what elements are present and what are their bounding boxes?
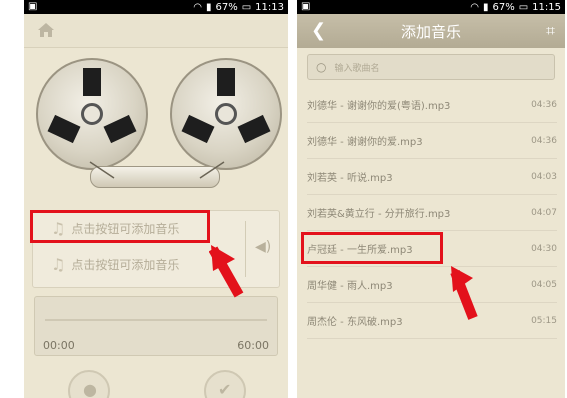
signal-icon: ▮ [205, 1, 212, 13]
song-name: 刘若英&黄立行 - 分开旅行.mp3 [307, 209, 451, 220]
battery-level: 67% [215, 1, 238, 13]
player-screen: ▣ ◠ ▮ 67% ▭ 11:13 ♫ 点击按钮可添加音乐 ♫ 点击按钮可添加音… [24, 0, 288, 398]
list-item[interactable]: 周华健 - 雨人.mp3 04:05 [307, 267, 557, 303]
time-end: 60:00 [237, 339, 269, 352]
scan-icon[interactable]: ⌗ [546, 21, 555, 41]
annotation-arrow [209, 245, 244, 298]
progress-bar[interactable] [45, 319, 267, 321]
song-duration: 04:36 [531, 135, 557, 146]
battery-icon: ▭ [241, 1, 252, 13]
list-item[interactable]: 刘若英 - 听说.mp3 04:03 [307, 159, 557, 195]
search-input[interactable]: 输入歌曲名 [334, 61, 379, 74]
top-bar [24, 14, 288, 48]
clock: 11:13 [255, 1, 284, 13]
song-name: 周华健 - 雨人.mp3 [307, 281, 393, 292]
wifi-icon: ◠ [470, 1, 479, 13]
song-duration: 04:36 [531, 99, 557, 110]
song-name: 刘若英 - 听说.mp3 [307, 173, 393, 184]
record-button[interactable]: ● [68, 370, 110, 398]
microphone-icon: ● [83, 380, 97, 398]
list-item[interactable]: 刘德华 - 谢谢你的爱.mp3 04:36 [307, 123, 557, 159]
song-duration: 05:15 [531, 315, 557, 326]
list-item[interactable]: 周杰伦 - 东风破.mp3 05:15 [307, 303, 557, 339]
annotation-arrow [450, 266, 478, 320]
song-name: 周杰伦 - 东风破.mp3 [307, 317, 403, 328]
page-title: 添加音乐 [400, 23, 461, 41]
time-start: 00:00 [43, 339, 75, 352]
search-icon: ○ [316, 60, 327, 74]
status-bar: ▣ ◠ ▮ 67% ▭ 11:13 [24, 0, 288, 14]
song-duration: 04:30 [531, 243, 557, 254]
tape-deck [24, 48, 288, 206]
top-bar: ❮ 添加音乐 ⌗ [297, 14, 565, 48]
image-icon: ▣ [301, 1, 311, 12]
song-duration: 04:05 [531, 279, 557, 290]
list-item[interactable]: 刘若英&黄立行 - 分开旅行.mp3 04:07 [307, 195, 557, 231]
music-add-icon: ♫ [51, 254, 66, 274]
highlight-box [301, 232, 443, 264]
home-icon[interactable] [36, 20, 56, 40]
song-name: 刘德华 - 谢谢你的爱(粤语).mp3 [307, 101, 451, 112]
list-item[interactable]: 刘德华 - 谢谢你的爱(粤语).mp3 04:36 [307, 87, 557, 123]
add-music-label: 点击按钮可添加音乐 [71, 257, 180, 272]
status-bar: ▣ ◠ ▮ 67% ▭ 11:15 [297, 0, 565, 14]
image-icon: ▣ [28, 1, 38, 12]
song-name: 刘德华 - 谢谢你的爱.mp3 [307, 137, 423, 148]
wifi-icon: ◠ [193, 1, 202, 13]
song-duration: 04:03 [531, 171, 557, 182]
confirm-button[interactable]: ✔ [204, 370, 246, 398]
highlight-box [30, 210, 210, 243]
battery-icon: ▭ [518, 1, 529, 13]
song-duration: 04:07 [531, 207, 557, 218]
battery-level: 67% [492, 1, 515, 13]
search-box[interactable]: ○ 输入歌曲名 [307, 54, 555, 80]
signal-icon: ▮ [482, 1, 489, 13]
check-icon: ✔ [218, 380, 232, 398]
clock: 11:15 [532, 1, 561, 13]
add-music-screen: ▣ ◠ ▮ 67% ▭ 11:15 ❮ 添加音乐 ⌗ ○ 输入歌曲名 刘德华 -… [297, 0, 565, 398]
